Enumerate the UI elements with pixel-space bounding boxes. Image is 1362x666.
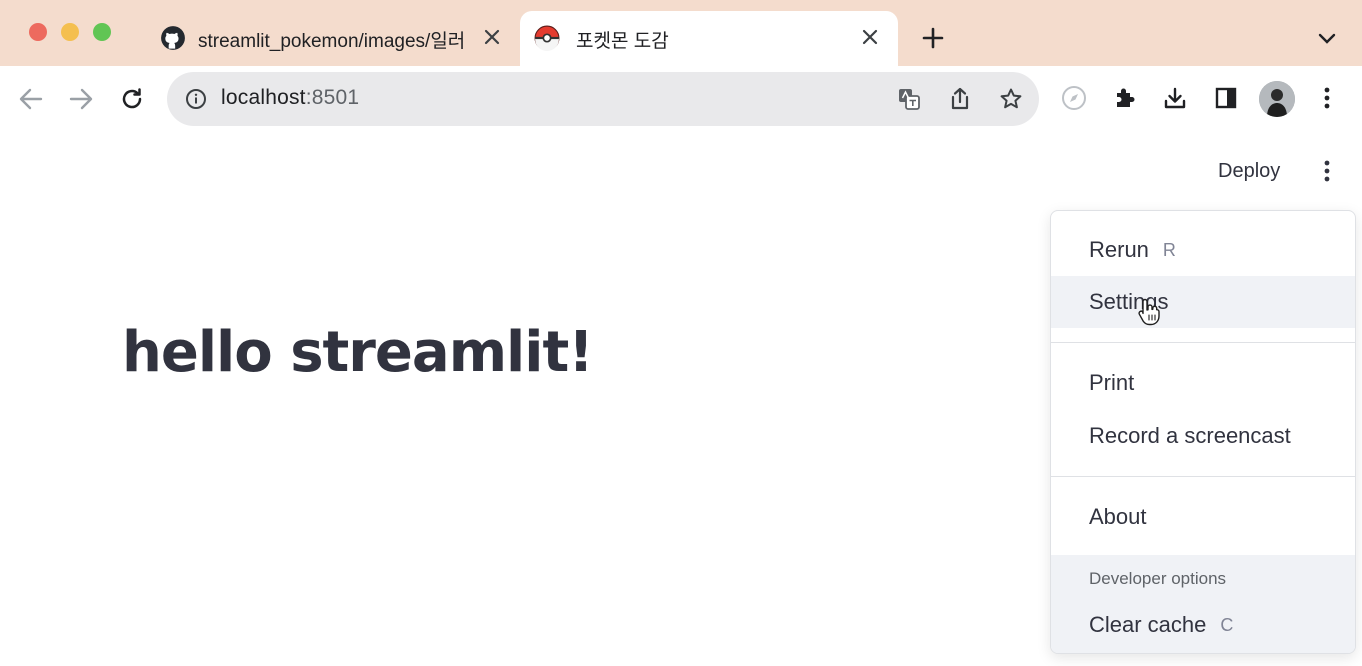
close-tab-icon[interactable] xyxy=(480,25,504,49)
menu-item-clear-cache[interactable]: Clear cache C xyxy=(1051,599,1355,651)
window-maximize-button[interactable] xyxy=(93,23,111,41)
developer-options-section: Developer options Clear cache C xyxy=(1051,555,1355,653)
menu-item-record-screencast[interactable]: Record a screencast xyxy=(1051,410,1355,462)
side-panel-icon[interactable] xyxy=(1210,82,1242,114)
page-title: hello streamlit! xyxy=(122,320,594,385)
download-icon[interactable] xyxy=(1159,82,1191,114)
developer-options-label: Developer options xyxy=(1089,569,1227,588)
url-text[interactable]: localhost:8501 xyxy=(221,86,359,110)
deploy-button[interactable]: Deploy xyxy=(1204,154,1294,188)
main-menu-dropdown: Rerun R Settings Print Record a screenca… xyxy=(1050,210,1356,654)
streamlit-app: Deploy hello streamlit! Rerun R Settings… xyxy=(0,134,1362,666)
tab-search-chevron-icon[interactable] xyxy=(1312,24,1342,54)
site-info-icon[interactable] xyxy=(185,88,207,110)
window-minimize-button[interactable] xyxy=(61,23,79,41)
profile-avatar[interactable] xyxy=(1259,81,1295,117)
main-menu-kebab-icon[interactable] xyxy=(1312,154,1342,188)
tab-title: streamlit_pokemon/images/일러 xyxy=(198,31,466,52)
tab-github[interactable]: streamlit_pokemon/images/일러 xyxy=(146,11,520,66)
menu-item-rerun[interactable]: Rerun R xyxy=(1051,224,1355,276)
menu-item-label: Clear cache xyxy=(1089,612,1207,637)
menu-item-label: About xyxy=(1089,504,1147,529)
pokeball-icon xyxy=(534,25,560,51)
menu-item-settings[interactable]: Settings xyxy=(1051,276,1355,328)
extensions-puzzle-icon[interactable] xyxy=(1109,82,1141,114)
url-port: :8501 xyxy=(305,86,360,109)
menu-item-label: Record a screencast xyxy=(1089,423,1291,448)
browser-menu-kebab-icon[interactable] xyxy=(1311,82,1343,114)
github-icon xyxy=(161,26,185,50)
hand-pointer-cursor-icon xyxy=(1138,298,1160,326)
new-tab-plus-icon[interactable] xyxy=(918,23,948,53)
translate-icon[interactable] xyxy=(895,85,923,113)
share-icon[interactable] xyxy=(946,85,974,113)
menu-item-shortcut: R xyxy=(1162,239,1176,260)
tab-title: 포켓몬 도감 xyxy=(576,31,669,52)
menu-divider xyxy=(1051,476,1355,477)
close-tab-icon[interactable] xyxy=(858,25,882,49)
back-arrow-icon[interactable] xyxy=(14,82,48,116)
menu-item-shortcut: C xyxy=(1220,614,1234,635)
tab-strip: streamlit_pokemon/images/일러 포켓몬 도감 xyxy=(0,0,1362,66)
menu-item-label: Print xyxy=(1089,370,1135,395)
address-bar[interactable]: localhost:8501 xyxy=(167,72,1039,126)
forward-arrow-icon[interactable] xyxy=(64,82,98,116)
menu-item-label: Rerun xyxy=(1089,237,1149,262)
browser-toolbar: localhost:8501 xyxy=(0,66,1362,200)
reload-icon[interactable] xyxy=(115,82,149,116)
menu-item-about[interactable]: About xyxy=(1051,491,1355,543)
url-host: localhost xyxy=(221,86,306,109)
compass-extension-icon[interactable] xyxy=(1058,82,1090,114)
bookmark-star-icon[interactable] xyxy=(997,85,1025,113)
window-close-button[interactable] xyxy=(29,23,47,41)
menu-item-print[interactable]: Print xyxy=(1051,357,1355,409)
menu-divider xyxy=(1051,342,1355,343)
tab-pokedex[interactable]: 포켓몬 도감 xyxy=(520,11,898,66)
